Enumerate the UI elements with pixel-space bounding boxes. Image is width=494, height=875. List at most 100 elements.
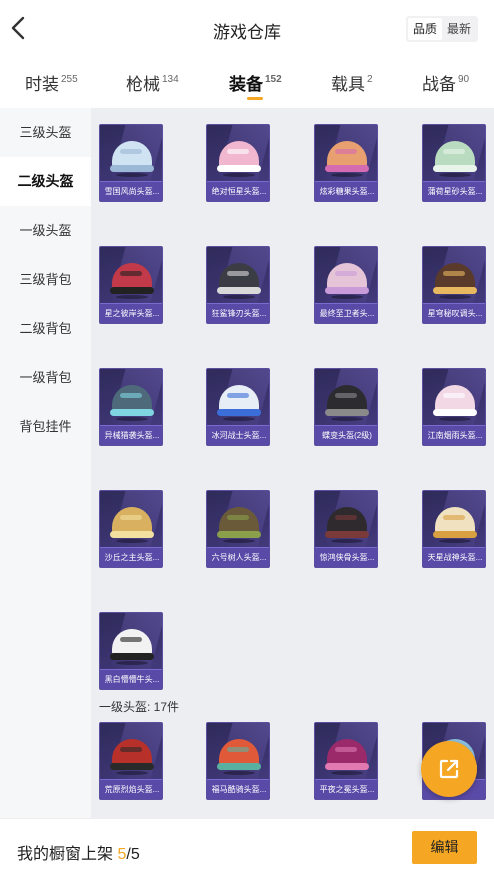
helmet-shadow [116, 295, 148, 299]
helmet-brim [217, 409, 261, 416]
helmet-item-card[interactable]: 天星战神头盔... [422, 490, 486, 568]
sidebar-item-level1-helmet[interactable]: 一级头盔 [0, 206, 91, 255]
sort-by-newest[interactable]: 最新 [442, 18, 476, 40]
item-card-bg: 星之彼岸头盔... [99, 246, 163, 324]
helmet-stripe [120, 747, 142, 752]
helmet-shadow [439, 173, 471, 177]
helmet-icon [217, 259, 261, 299]
share-button[interactable] [421, 741, 477, 797]
tab-label: 载具 [331, 75, 365, 94]
helmet-icon [325, 259, 369, 299]
helmet-item-card[interactable]: 惊鸿侠骨头盔... [314, 490, 378, 568]
helmet-item-card[interactable]: 星之彼岸头盔... [99, 246, 163, 324]
item-card-bg: 绝对恒星头盔... [206, 124, 270, 202]
helmet-stripe [227, 271, 249, 276]
sidebar-item-level1-backpack[interactable]: 一级背包 [0, 353, 91, 402]
tab-vehicles[interactable]: 载具 2 [331, 70, 373, 95]
helmet-shadow [223, 173, 255, 177]
tab-weapons[interactable]: 枪械 134 [126, 70, 179, 95]
helmet-shadow [116, 539, 148, 543]
edit-button[interactable]: 编辑 [412, 831, 477, 864]
helmet-shadow [223, 771, 255, 775]
helmet-shadow [223, 539, 255, 543]
helmet-brim [110, 287, 154, 294]
helmet-stripe [120, 271, 142, 276]
showcase-label: 我的橱窗上架 [17, 846, 114, 863]
tab-label: 战备 [422, 75, 456, 94]
tab-label: 装备 [229, 75, 263, 94]
helmet-icon [110, 259, 154, 299]
item-name: 惊鸿侠骨头盔... [315, 547, 377, 567]
helmet-brim [433, 531, 477, 538]
tab-count: 2 [367, 74, 373, 85]
helmet-item-card[interactable]: 平夜之冕头盔... [314, 722, 378, 800]
helmet-stripe [443, 393, 465, 398]
helmet-stripe [120, 393, 142, 398]
helmet-icon [325, 503, 369, 543]
helmet-item-card[interactable]: 江南烟雨头盔... [422, 368, 486, 446]
helmet-item-card[interactable]: 炫彩糖果头盔... [314, 124, 378, 202]
sidebar-item-backpack-pendant[interactable]: 背包挂件 [0, 402, 91, 451]
item-name: 最终至卫者头... [315, 303, 377, 323]
item-card-bg: 黑白懵懵牛头... [99, 612, 163, 690]
helmet-item-card[interactable]: 福马酷骑头盔... [206, 722, 270, 800]
helmet-item-card[interactable]: 荒原烈焰头盔... [99, 722, 163, 800]
helmet-icon [433, 137, 477, 177]
helmet-stripe [335, 747, 357, 752]
helmet-stripe [443, 271, 465, 276]
item-card-bg: 炫彩糖果头盔... [314, 124, 378, 202]
helmet-item-card[interactable]: 蝶变头盔(2级) [314, 368, 378, 446]
tab-count: 90 [458, 74, 470, 85]
helmet-icon [217, 137, 261, 177]
helmet-brim [325, 409, 369, 416]
item-card-bg: 星穹秘叹调头... [422, 246, 486, 324]
item-card-bg: 雪国风尚头盔... [99, 124, 163, 202]
sidebar-item-level2-helmet[interactable]: 二级头盔 [0, 157, 91, 206]
helmet-icon [433, 259, 477, 299]
helmet-item-card[interactable]: 异械猎袭头盔... [99, 368, 163, 446]
helmet-item-card[interactable]: 星穹秘叹调头... [422, 246, 486, 324]
helmet-item-card[interactable]: 雪国风尚头盔... [99, 124, 163, 202]
category-tabs: 时装 255 枪械 134 装备 152 载具 2 战备 90 [0, 62, 494, 102]
helmet-brim [433, 409, 477, 416]
helmet-brim [217, 531, 261, 538]
helmet-item-card[interactable]: 最终至卫者头... [314, 246, 378, 324]
helmet-item-card[interactable]: 绝对恒星头盔... [206, 124, 270, 202]
sidebar-item-level2-backpack[interactable]: 二级背包 [0, 304, 91, 353]
helmet-icon [110, 503, 154, 543]
helmet-stripe [120, 149, 142, 154]
helmet-item-card[interactable]: 蒲荷星砂头盔... [422, 124, 486, 202]
helmet-shadow [116, 771, 148, 775]
tab-equipment[interactable]: 装备 152 [229, 70, 282, 95]
item-card-bg: 冰河战士头盔... [206, 368, 270, 446]
helmet-stripe [227, 149, 249, 154]
sidebar-item-level3-helmet[interactable]: 三级头盔 [0, 108, 91, 157]
helmet-item-card[interactable]: 沙丘之主头盔... [99, 490, 163, 568]
item-name: 蒲荷星砂头盔... [423, 181, 485, 201]
helmet-brim [433, 287, 477, 294]
helmet-icon [217, 381, 261, 421]
helmet-shadow [223, 295, 255, 299]
helmet-brim [217, 287, 261, 294]
helmet-item-card[interactable]: 冰河战士头盔... [206, 368, 270, 446]
helmet-brim [110, 531, 154, 538]
tab-fashion[interactable]: 时装 255 [25, 70, 78, 95]
helmet-icon [433, 503, 477, 543]
helmet-item-card[interactable]: 六号树人头盔... [206, 490, 270, 568]
helmet-item-card[interactable]: 狂鲨锋刃头盔... [206, 246, 270, 324]
active-tab-indicator [247, 97, 263, 100]
sort-by-quality[interactable]: 品质 [407, 18, 442, 40]
sidebar-item-level3-backpack[interactable]: 三级背包 [0, 255, 91, 304]
item-name: 沙丘之主头盔... [100, 547, 162, 567]
item-card-bg: 平夜之冕头盔... [314, 722, 378, 800]
item-card-bg: 惊鸿侠骨头盔... [314, 490, 378, 568]
helmet-icon [325, 735, 369, 775]
helmet-item-card[interactable]: 黑白懵懵牛头... [99, 612, 163, 690]
helmet-stripe [443, 515, 465, 520]
tab-count: 255 [61, 74, 78, 85]
tab-supplies[interactable]: 战备 90 [422, 70, 469, 95]
helmet-stripe [227, 393, 249, 398]
item-card-bg: 最终至卫者头... [314, 246, 378, 324]
item-name: 星之彼岸头盔... [100, 303, 162, 323]
item-name: 天星战神头盔... [423, 547, 485, 567]
